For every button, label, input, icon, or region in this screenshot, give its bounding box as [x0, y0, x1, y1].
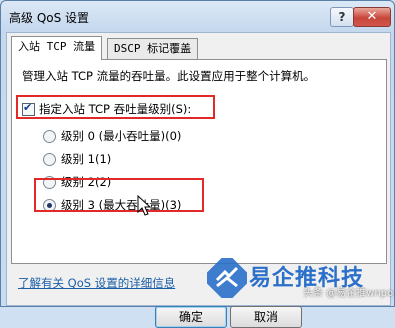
qos-help-link[interactable]: 了解有关 QoS 设置的详细信息 [18, 275, 175, 291]
brand-logo-icon [207, 258, 247, 298]
tab-dscp-override[interactable]: DSCP 标记覆盖 [107, 38, 199, 59]
watermark: 易企推科技 头条 @易企推wnpo [203, 256, 393, 304]
title-bar[interactable]: 高级 QoS 设置 ? ✕ [1, 1, 394, 31]
radio-level-0[interactable]: 级别 0 (最小吞吐量)(0) [43, 128, 181, 144]
tab-inbound-tcp[interactable]: 入站 TCP 流量 [11, 36, 103, 60]
panel-description: 管理入站 TCP 流量的吞吐量。此设置应用于整个计算机。 [22, 69, 316, 83]
tab-panel-inbound-tcp: 管理入站 TCP 流量的吞吐量。此设置应用于整个计算机。 指定入站 TCP 吞吐… [11, 59, 387, 264]
help-button[interactable]: ? [330, 7, 354, 27]
radio-button[interactable] [43, 152, 56, 166]
cancel-button[interactable]: 取消 [230, 306, 302, 328]
watermark-byline: 头条 @易企推wnpo [303, 288, 394, 299]
window-title: 高级 QoS 设置 [9, 11, 90, 25]
radio-label: 级别 1(1) [61, 152, 112, 166]
radio-label: 级别 0 (最小吞吐量)(0) [61, 129, 182, 143]
radio-level-1[interactable]: 级别 1(1) [43, 151, 111, 167]
checkbox-highlight-box [16, 95, 215, 119]
close-button[interactable]: ✕ [353, 7, 391, 27]
mouse-cursor-icon [137, 195, 152, 216]
ok-button[interactable]: 确定 [155, 306, 227, 328]
level-3-highlight-box [34, 178, 204, 212]
radio-button[interactable] [43, 129, 56, 143]
